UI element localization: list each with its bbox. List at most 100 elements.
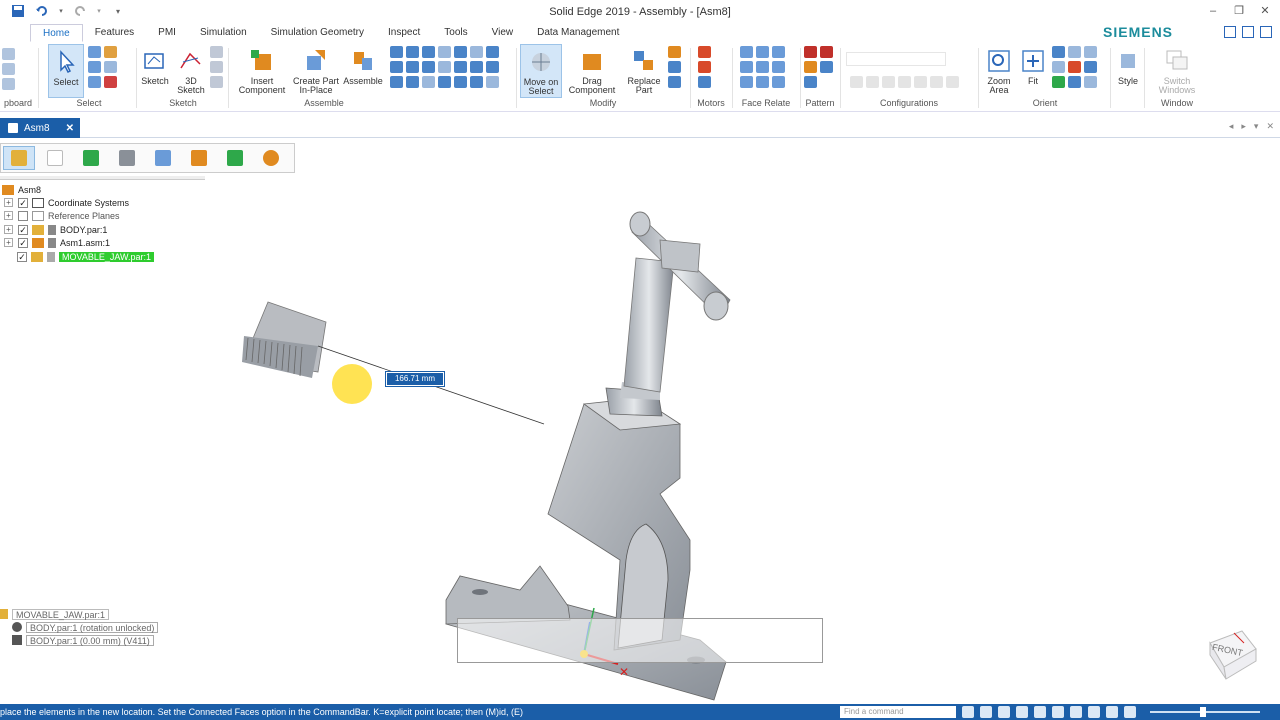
find-command-input[interactable]: Find a command: [840, 706, 956, 718]
relate-icon-4[interactable]: [438, 46, 451, 58]
rotate-status-icon[interactable]: [1052, 706, 1064, 718]
relate-icon-17[interactable]: [422, 76, 435, 88]
relate-icon-12[interactable]: [454, 61, 467, 73]
tab-home[interactable]: Home: [30, 24, 83, 42]
config-icon-1[interactable]: [850, 76, 863, 88]
pattern-icon-1[interactable]: [804, 46, 817, 58]
zoom-slider-knob[interactable]: [1200, 707, 1206, 717]
view-cube[interactable]: FRONT: [1204, 625, 1260, 681]
shade-status-icon[interactable]: [1106, 706, 1118, 718]
view-icon-9[interactable]: [1084, 76, 1097, 88]
tab-tools[interactable]: Tools: [432, 24, 479, 42]
config-icon-5[interactable]: [914, 76, 927, 88]
select-filter-icon[interactable]: [88, 46, 101, 58]
expand-icon[interactable]: +: [4, 211, 13, 220]
relate-icon-21[interactable]: [486, 76, 499, 88]
tree-item-coordinate-systems[interactable]: + ✓ Coordinate Systems: [4, 196, 129, 209]
face-relate-icon-5[interactable]: [756, 61, 769, 73]
switch-windows-button[interactable]: Switch Windows: [1150, 48, 1204, 95]
sketch-tool-icon-2[interactable]: [210, 61, 223, 73]
tab-pmi[interactable]: PMI: [146, 24, 188, 42]
expand-icon[interactable]: +: [4, 198, 13, 207]
relate-icon-18[interactable]: [438, 76, 451, 88]
create-part-in-place-button[interactable]: Create Part In-Place: [290, 48, 342, 95]
visibility-checkbox[interactable]: ✓: [17, 251, 27, 262]
pattern-icon-5[interactable]: [804, 76, 817, 88]
fit-status-icon[interactable]: [1016, 706, 1028, 718]
pathfinder-filter-tool[interactable]: [111, 146, 143, 170]
maximize-button[interactable]: ❐: [1232, 4, 1246, 18]
pan-icon[interactable]: [1052, 61, 1065, 73]
zoom-status-icon[interactable]: [998, 706, 1010, 718]
config-icon-4[interactable]: [898, 76, 911, 88]
view-icon-8[interactable]: [1068, 76, 1081, 88]
arrange-icon[interactable]: [1224, 26, 1236, 38]
view-icon-6[interactable]: [1084, 61, 1097, 73]
copy-icon[interactable]: [2, 63, 15, 75]
pathfinder-list-tool[interactable]: [147, 146, 179, 170]
motor-icon[interactable]: [698, 46, 711, 58]
tree-item-body-par[interactable]: + ✓ BODY.par:1: [4, 223, 107, 236]
zoom-area-status-icon[interactable]: [980, 706, 992, 718]
select-part-icon[interactable]: [104, 46, 117, 58]
sketch-tool-icon-1[interactable]: [210, 46, 223, 58]
select-face-icon[interactable]: [88, 61, 101, 73]
face-relate-icon-1[interactable]: [740, 46, 753, 58]
modify-tool-icon-1[interactable]: [668, 46, 681, 58]
insert-component-button[interactable]: Insert Component: [236, 48, 288, 95]
movable-jaw-part[interactable]: [242, 301, 327, 378]
visibility-checkbox[interactable]: ✓: [18, 197, 28, 208]
relate-icon-7[interactable]: [486, 46, 499, 58]
visibility-checkbox[interactable]: ✓: [18, 237, 28, 248]
fit-button[interactable]: Fit: [1018, 48, 1048, 86]
assemble-button[interactable]: Assemble: [342, 48, 384, 86]
select-body-icon[interactable]: [88, 76, 101, 88]
view-status-icon[interactable]: [1070, 706, 1082, 718]
pathfinder-add-tool[interactable]: [75, 146, 107, 170]
zoom-area-button[interactable]: Zoom Area: [982, 48, 1016, 95]
relate-icon-9[interactable]: [406, 61, 419, 73]
close-button[interactable]: ✕: [1258, 4, 1272, 18]
restore-icon[interactable]: [1260, 26, 1272, 38]
relationship-row-mate[interactable]: BODY.par:1 (0.00 mm) (V411): [12, 634, 154, 646]
pathfinder-grid-tool[interactable]: [219, 146, 251, 170]
cut-icon[interactable]: [2, 48, 15, 60]
relate-icon-20[interactable]: [470, 76, 483, 88]
face-relate-icon-9[interactable]: [772, 76, 785, 88]
rotate-icon[interactable]: [1068, 61, 1081, 73]
pathfinder-select-tool[interactable]: [3, 146, 35, 170]
config-icon-2[interactable]: [866, 76, 879, 88]
spin-icon[interactable]: [1052, 76, 1065, 88]
zoom-icon[interactable]: [1052, 46, 1065, 58]
relationship-row-rotation[interactable]: BODY.par:1 (rotation unlocked): [12, 621, 159, 633]
tab-features[interactable]: Features: [83, 24, 146, 42]
view-icon-2[interactable]: [1068, 46, 1081, 58]
view-icon-3[interactable]: [1084, 46, 1097, 58]
face-relate-icon-3[interactable]: [772, 46, 785, 58]
sketch-view-status-icon[interactable]: [1088, 706, 1100, 718]
relate-icon-14[interactable]: [486, 61, 499, 73]
face-relate-icon-8[interactable]: [756, 76, 769, 88]
3d-sketch-button[interactable]: 3D Sketch: [174, 48, 208, 95]
pathfinder-splitter[interactable]: [0, 176, 205, 180]
pattern-icon-4[interactable]: [820, 61, 833, 73]
relate-icon-3[interactable]: [422, 46, 435, 58]
tab-close-icon[interactable]: ✕: [1266, 121, 1274, 132]
paste-icon[interactable]: [2, 78, 15, 90]
arrow-icon[interactable]: [962, 706, 974, 718]
graphics-viewport[interactable]: ✕ 166.71 mm FRONT: [0, 138, 1280, 704]
face-relate-icon-7[interactable]: [740, 76, 753, 88]
face-relate-icon-4[interactable]: [740, 61, 753, 73]
tree-item-reference-planes[interactable]: + Reference Planes: [4, 209, 120, 222]
expand-icon[interactable]: +: [4, 238, 13, 247]
relate-icon-10[interactable]: [422, 61, 435, 73]
select-hide-icon[interactable]: [104, 76, 117, 88]
relate-icon-5[interactable]: [454, 46, 467, 58]
expand-icon[interactable]: +: [4, 225, 13, 234]
tree-root-row[interactable]: Asm8: [2, 183, 41, 196]
tree-item-asm1[interactable]: + ✓ Asm1.asm:1: [4, 236, 110, 249]
sketch-button[interactable]: Sketch: [138, 48, 172, 86]
simulate-motor-icon[interactable]: [698, 76, 711, 88]
config-icon-6[interactable]: [930, 76, 943, 88]
tree-item-movable-jaw[interactable]: ✓ MOVABLE_JAW.par:1: [17, 250, 155, 263]
